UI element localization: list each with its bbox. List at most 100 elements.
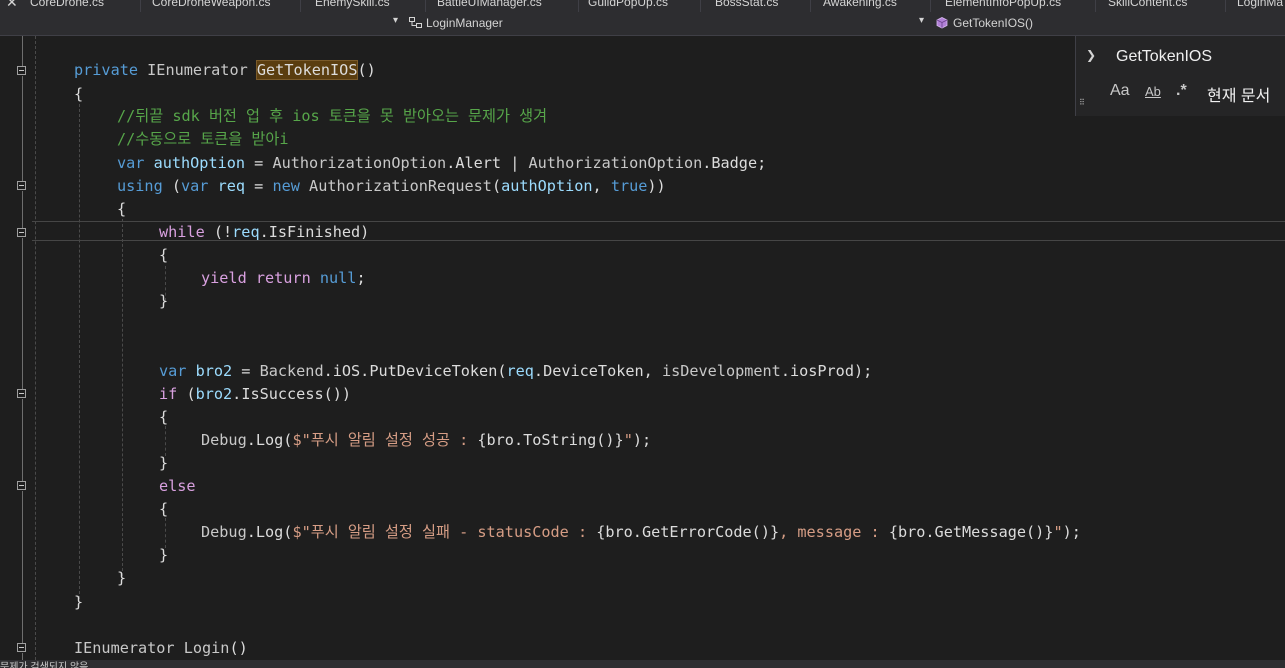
type-name: isDevelopment bbox=[661, 362, 781, 380]
keyword: private bbox=[74, 61, 139, 79]
punctuation: ( bbox=[491, 177, 502, 195]
brace: { bbox=[159, 408, 169, 426]
tab-loginmanager[interactable]: LoginMa bbox=[1237, 0, 1283, 11]
code-line: } bbox=[159, 290, 168, 312]
interpolation: {bro.GetMessage()} bbox=[888, 523, 1054, 541]
search-highlight: GetTokenIOS bbox=[255, 60, 359, 80]
code-line: private IEnumerator GetTokenIOS() bbox=[74, 59, 376, 81]
indent-guide bbox=[122, 219, 123, 576]
type-name: Debug bbox=[201, 523, 247, 541]
find-input[interactable]: GetTokenIOS bbox=[1106, 46, 1285, 68]
variable: bro2 bbox=[186, 362, 233, 380]
fold-line bbox=[22, 36, 23, 66]
punctuation: ( bbox=[177, 385, 196, 403]
tab-separator bbox=[810, 0, 811, 12]
code-editor[interactable]: private IEnumerator GetTokenIOS() { //뒤끝… bbox=[0, 36, 1285, 660]
collapse-icon[interactable] bbox=[17, 228, 26, 237]
code-line: } bbox=[117, 567, 126, 589]
punctuation: ; bbox=[356, 269, 366, 287]
method-name: Login bbox=[174, 639, 230, 657]
tab-separator bbox=[300, 0, 301, 12]
code-line: using (var req = new AuthorizationReques… bbox=[117, 175, 666, 197]
member: .Badge; bbox=[702, 154, 767, 172]
match-case-toggle[interactable]: Aa bbox=[1110, 82, 1130, 100]
indent-guide bbox=[35, 36, 36, 660]
fold-line bbox=[22, 491, 23, 643]
code-line: { bbox=[159, 406, 168, 428]
member: .iOS.PutDeviceToken( bbox=[323, 362, 507, 380]
regex-toggle[interactable]: .* bbox=[1176, 82, 1187, 100]
member: .IsFinished) bbox=[259, 223, 370, 241]
string-literal: " bbox=[1053, 523, 1063, 541]
keyword: yield bbox=[201, 269, 247, 287]
interpolation: {bro.ToString()} bbox=[477, 431, 624, 449]
tab-guildpopup[interactable]: GuildPopUp.cs bbox=[588, 0, 668, 11]
tab-elementinfopopup[interactable]: ElementInfoPopUp.cs bbox=[945, 0, 1061, 11]
method-icon bbox=[936, 17, 948, 29]
variable: authOption bbox=[144, 154, 246, 172]
tab-separator bbox=[1095, 0, 1096, 12]
tab-skillcontent[interactable]: SkillContent.cs bbox=[1108, 0, 1187, 11]
punctuation: ); bbox=[1062, 523, 1081, 541]
code-line: Debug.Log($"푸시 알림 설정 실패 - statusCode : {… bbox=[201, 521, 1081, 543]
fold-line bbox=[22, 238, 23, 389]
member: .iosProd); bbox=[780, 362, 873, 380]
tab-coredrone[interactable]: CoreDrone.cs bbox=[30, 0, 104, 11]
class-dropdown[interactable]: LoginManager bbox=[426, 16, 503, 30]
chevron-down-icon[interactable]: ▾ bbox=[919, 15, 924, 26]
tab-separator bbox=[930, 0, 931, 12]
punctuation: ( bbox=[162, 177, 182, 195]
tab-awakening[interactable]: Awakening.cs bbox=[823, 0, 897, 11]
member-dropdown[interactable]: GetTokenIOS() bbox=[953, 16, 1033, 30]
type-name: IEnumerator bbox=[74, 639, 175, 657]
string-literal: " bbox=[623, 431, 633, 449]
keyword: var bbox=[159, 362, 187, 380]
issues-status[interactable]: 문제가 검색되지 않음 bbox=[0, 660, 88, 668]
keyword: var bbox=[181, 177, 209, 195]
brace: } bbox=[159, 454, 169, 472]
close-tab-icon[interactable]: ✕ bbox=[6, 0, 18, 11]
string-literal: , message : bbox=[779, 523, 889, 541]
chevron-down-icon[interactable]: ❯ bbox=[1086, 48, 1096, 62]
collapse-icon[interactable] bbox=[17, 181, 26, 190]
tab-enemyskill[interactable]: EnemySkill.cs bbox=[315, 0, 390, 11]
keyword: new bbox=[272, 177, 300, 195]
type-name: Backend bbox=[259, 362, 324, 380]
member: .DeviceToken, bbox=[533, 362, 662, 380]
chevron-down-icon[interactable]: ▾ bbox=[393, 15, 398, 26]
tab-battleuimanager[interactable]: BattleUIManager.cs bbox=[437, 0, 542, 11]
keyword: var bbox=[117, 154, 145, 172]
search-scope-dropdown[interactable]: 현재 문서 bbox=[1207, 82, 1270, 106]
interpolation: {bro.GetErrorCode()} bbox=[596, 523, 780, 541]
type-name: IEnumerator bbox=[138, 61, 257, 79]
tab-coredroneweapon[interactable]: CoreDroneWeapon.cs bbox=[152, 0, 271, 11]
tab-separator bbox=[425, 0, 426, 12]
member: .Log( bbox=[246, 523, 293, 541]
punctuation: , bbox=[592, 177, 611, 195]
member: .IsSuccess()) bbox=[232, 385, 352, 403]
collapse-icon[interactable] bbox=[17, 389, 26, 398]
find-widget: ❯ GetTokenIOS Aa Ab .* 현재 문서 ⠿ bbox=[1075, 36, 1285, 116]
brace: { bbox=[74, 85, 84, 103]
collapse-icon[interactable] bbox=[17, 66, 26, 75]
keyword: true bbox=[610, 177, 648, 195]
variable: authOption bbox=[501, 177, 593, 195]
variable: req bbox=[232, 223, 260, 241]
code-line: { bbox=[117, 198, 126, 220]
collapse-icon[interactable] bbox=[17, 481, 26, 490]
comment-line: //수동으로 토큰을 받아i bbox=[117, 130, 289, 148]
fold-line bbox=[22, 653, 23, 660]
tab-separator bbox=[1225, 0, 1226, 12]
variable: req bbox=[208, 177, 246, 195]
code-line: if (bro2.IsSuccess()) bbox=[159, 383, 351, 405]
brace: } bbox=[159, 546, 169, 564]
brace: { bbox=[159, 246, 169, 264]
indent-guide bbox=[79, 104, 80, 599]
tab-bossstat[interactable]: BossStat.cs bbox=[715, 0, 778, 11]
resize-grip-icon[interactable]: ⠿ bbox=[1079, 98, 1085, 107]
collapse-icon[interactable] bbox=[17, 643, 26, 652]
class-icon bbox=[409, 17, 422, 28]
punctuation: (! bbox=[204, 223, 233, 241]
match-whole-word-toggle[interactable]: Ab bbox=[1145, 84, 1161, 99]
brace: } bbox=[159, 292, 169, 310]
